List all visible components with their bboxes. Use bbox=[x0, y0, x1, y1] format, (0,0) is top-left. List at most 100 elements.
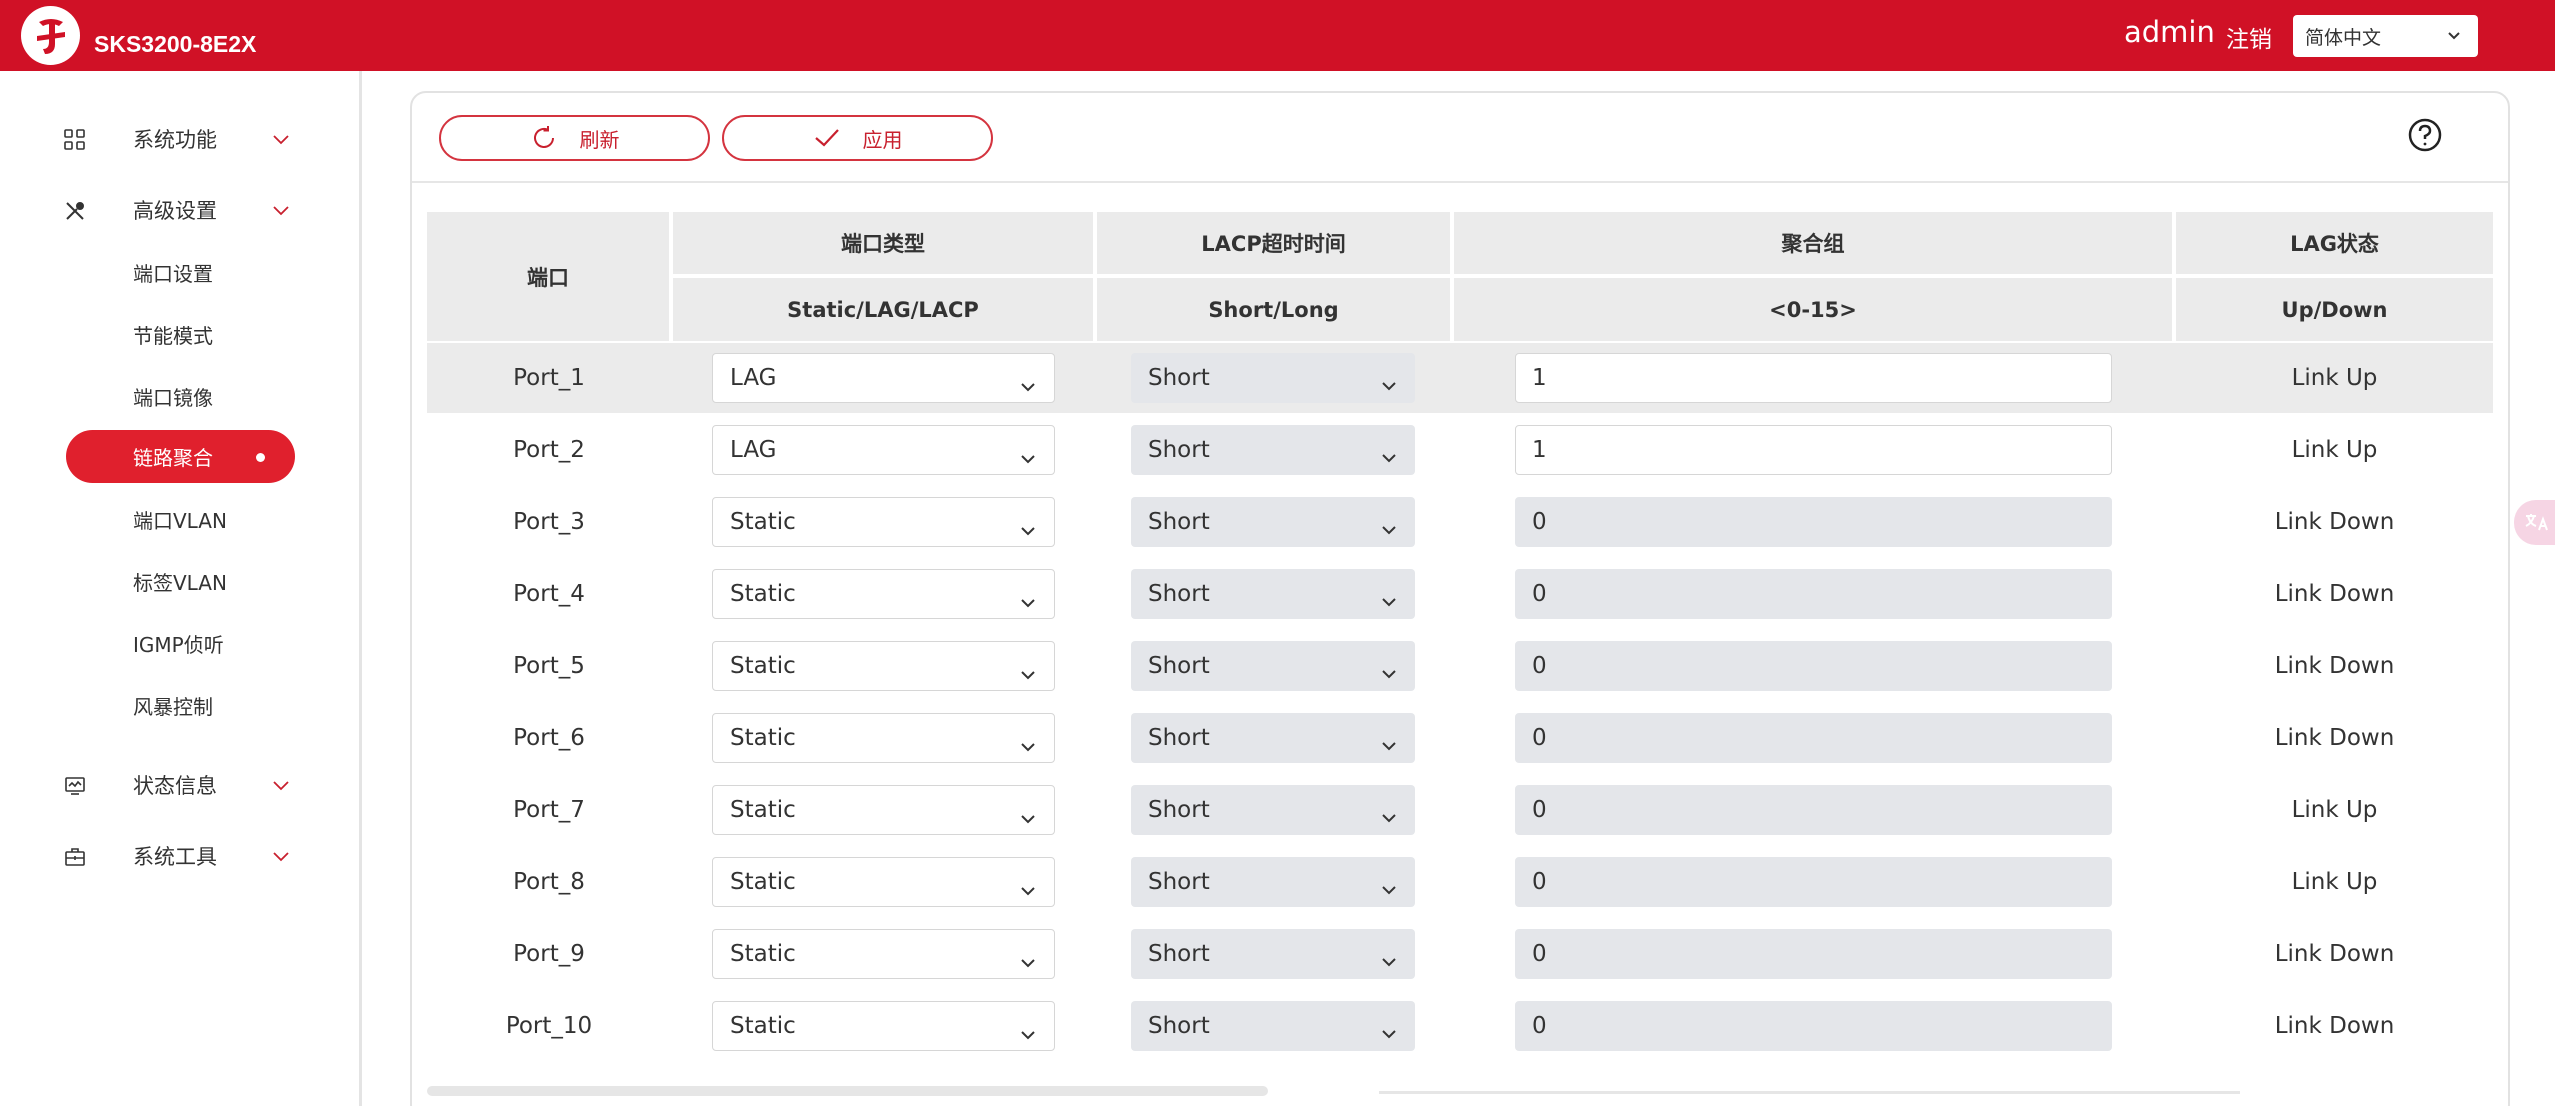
port-name: Port_10 bbox=[505, 1013, 593, 1039]
current-user-name: admin bbox=[2124, 15, 2215, 49]
sidebar-nav: 系统功能 高级设置 端口设置 节能模式 端口镜像 链路聚合 端口VLAN 标签V… bbox=[0, 71, 362, 1106]
sidebar-item-port-mirroring[interactable]: 端口镜像 bbox=[66, 370, 295, 423]
aggregation-group-value: 0 bbox=[1532, 509, 1547, 535]
chevron-down-icon bbox=[1020, 445, 1036, 471]
lag-state: Link Down bbox=[2274, 941, 2395, 967]
panel-toolbar: 刷新 应用 bbox=[412, 93, 2508, 183]
refresh-button[interactable]: 刷新 bbox=[439, 115, 710, 161]
sidebar-group-label: 系统工具 bbox=[133, 845, 217, 869]
chevron-down-icon bbox=[272, 849, 290, 868]
port-type-value: Static bbox=[730, 653, 796, 679]
aggregation-group-value: 0 bbox=[1532, 653, 1547, 679]
lacp-timeout-select[interactable]: Short bbox=[1131, 785, 1415, 835]
chevron-down-icon bbox=[1020, 949, 1036, 975]
sidebar-group-system-tools[interactable]: 系统工具 bbox=[0, 831, 320, 881]
sidebar-item-energy-saving[interactable]: 节能模式 bbox=[66, 308, 295, 361]
sidebar-item-storm-control[interactable]: 风暴控制 bbox=[66, 679, 295, 732]
lacp-timeout-value: Short bbox=[1148, 869, 1210, 895]
apply-button[interactable]: 应用 bbox=[722, 115, 993, 161]
port-type-select[interactable]: Static bbox=[712, 569, 1055, 619]
port-type-select[interactable]: Static bbox=[712, 785, 1055, 835]
sidebar-item-label: IGMP侦听 bbox=[133, 633, 224, 657]
lag-state: Link Down bbox=[2274, 1013, 2395, 1039]
sidebar-item-tag-vlan[interactable]: 标签VLAN bbox=[66, 555, 295, 608]
lag-state: Link Down bbox=[2274, 725, 2395, 751]
active-indicator-dot bbox=[256, 453, 265, 462]
chevron-down-icon bbox=[1020, 1021, 1036, 1047]
aggregation-group-input: 0 bbox=[1515, 929, 2112, 979]
sidebar-item-port-settings[interactable]: 端口设置 bbox=[66, 246, 295, 299]
sidebar-item-label: 端口设置 bbox=[133, 262, 213, 286]
chevron-down-icon bbox=[1381, 1020, 1397, 1046]
lacp-timeout-select[interactable]: Short bbox=[1131, 713, 1415, 763]
sidebar-group-label: 状态信息 bbox=[133, 774, 217, 798]
port-name: Port_8 bbox=[513, 869, 585, 895]
sidebar-item-label: 链路聚合 bbox=[133, 446, 213, 470]
port-type-select[interactable]: Static bbox=[712, 497, 1055, 547]
sidebar-group-status-info[interactable]: 状态信息 bbox=[0, 760, 320, 810]
help-icon[interactable] bbox=[2407, 117, 2443, 157]
aggregation-group-input[interactable]: 1 bbox=[1515, 425, 2112, 475]
sidebar-item-label: 风暴控制 bbox=[133, 695, 213, 719]
lacp-timeout-select[interactable]: Short bbox=[1131, 1001, 1415, 1051]
table-row: Port_3 Static Short 0 Link Down bbox=[427, 487, 2493, 557]
horizontal-scrollbar[interactable] bbox=[427, 1086, 1268, 1096]
lacp-timeout-select[interactable]: Short bbox=[1131, 353, 1415, 403]
port-type-select[interactable]: Static bbox=[712, 929, 1055, 979]
sidebar-item-igmp-snooping[interactable]: IGMP侦听 bbox=[66, 617, 295, 670]
sidebar-item-port-vlan[interactable]: 端口VLAN bbox=[66, 493, 295, 546]
port-type-select[interactable]: LAG bbox=[712, 425, 1055, 475]
table-row: Port_10 Static Short 0 Link Down bbox=[427, 991, 2493, 1061]
chevron-down-icon bbox=[1381, 804, 1397, 830]
port-name: Port_9 bbox=[513, 941, 585, 967]
translate-icon[interactable] bbox=[2514, 500, 2555, 545]
sidebar-group-label: 高级设置 bbox=[133, 199, 217, 223]
lacp-timeout-select[interactable]: Short bbox=[1131, 929, 1415, 979]
chevron-down-icon bbox=[1381, 444, 1397, 470]
lacp-timeout-select[interactable]: Short bbox=[1131, 425, 1415, 475]
top-header-bar: SKS3200-8E2X admin 注销 简体中文 bbox=[0, 0, 2555, 71]
port-type-value: Static bbox=[730, 797, 796, 823]
port-type-select[interactable]: Static bbox=[712, 857, 1055, 907]
port-type-value: Static bbox=[730, 581, 796, 607]
chevron-down-icon bbox=[1381, 372, 1397, 398]
port-type-select[interactable]: LAG bbox=[712, 353, 1055, 403]
logout-link[interactable]: 注销 bbox=[2226, 20, 2272, 54]
port-type-select[interactable]: Static bbox=[712, 713, 1055, 763]
lacp-timeout-select[interactable]: Short bbox=[1131, 641, 1415, 691]
port-name: Port_4 bbox=[513, 581, 585, 607]
table-row: Port_5 Static Short 0 Link Down bbox=[427, 631, 2493, 701]
lacp-timeout-select[interactable]: Short bbox=[1131, 569, 1415, 619]
sidebar-item-label: 标签VLAN bbox=[133, 571, 227, 595]
port-type-value: Static bbox=[730, 1013, 796, 1039]
language-select[interactable]: 简体中文 bbox=[2293, 15, 2478, 57]
port-name: Port_7 bbox=[513, 797, 585, 823]
brand-logo bbox=[21, 6, 80, 65]
port-type-select[interactable]: Static bbox=[712, 1001, 1055, 1051]
chevron-down-icon bbox=[1020, 805, 1036, 831]
aggregation-group-input: 0 bbox=[1515, 785, 2112, 835]
lag-state: Link Down bbox=[2274, 581, 2395, 607]
sidebar-item-link-aggregation[interactable]: 链路聚合 bbox=[66, 430, 295, 483]
chevron-down-icon bbox=[272, 778, 290, 797]
lag-state: Link Down bbox=[2274, 653, 2395, 679]
chevron-down-icon bbox=[1020, 877, 1036, 903]
aggregation-group-input: 0 bbox=[1515, 857, 2112, 907]
sidebar-group-system-functions[interactable]: 系统功能 bbox=[0, 114, 320, 164]
port-name: Port_3 bbox=[513, 509, 585, 535]
aggregation-group-value: 0 bbox=[1532, 725, 1547, 751]
aggregation-group-input[interactable]: 1 bbox=[1515, 353, 2112, 403]
lacp-timeout-select[interactable]: Short bbox=[1131, 497, 1415, 547]
sidebar-item-label: 节能模式 bbox=[133, 324, 213, 348]
chevron-down-icon bbox=[1020, 517, 1036, 543]
port-type-value: Static bbox=[730, 941, 796, 967]
refresh-button-label: 刷新 bbox=[579, 127, 620, 152]
port-type-select[interactable]: Static bbox=[712, 641, 1055, 691]
port-name: Port_2 bbox=[513, 437, 585, 463]
aggregation-group-value: 0 bbox=[1532, 581, 1547, 607]
chevron-down-icon bbox=[1381, 588, 1397, 614]
port-name: Port_6 bbox=[513, 725, 585, 751]
table-row: Port_8 Static Short 0 Link Up bbox=[427, 847, 2493, 917]
lacp-timeout-select[interactable]: Short bbox=[1131, 857, 1415, 907]
sidebar-group-advanced-settings[interactable]: 高级设置 bbox=[0, 185, 320, 235]
